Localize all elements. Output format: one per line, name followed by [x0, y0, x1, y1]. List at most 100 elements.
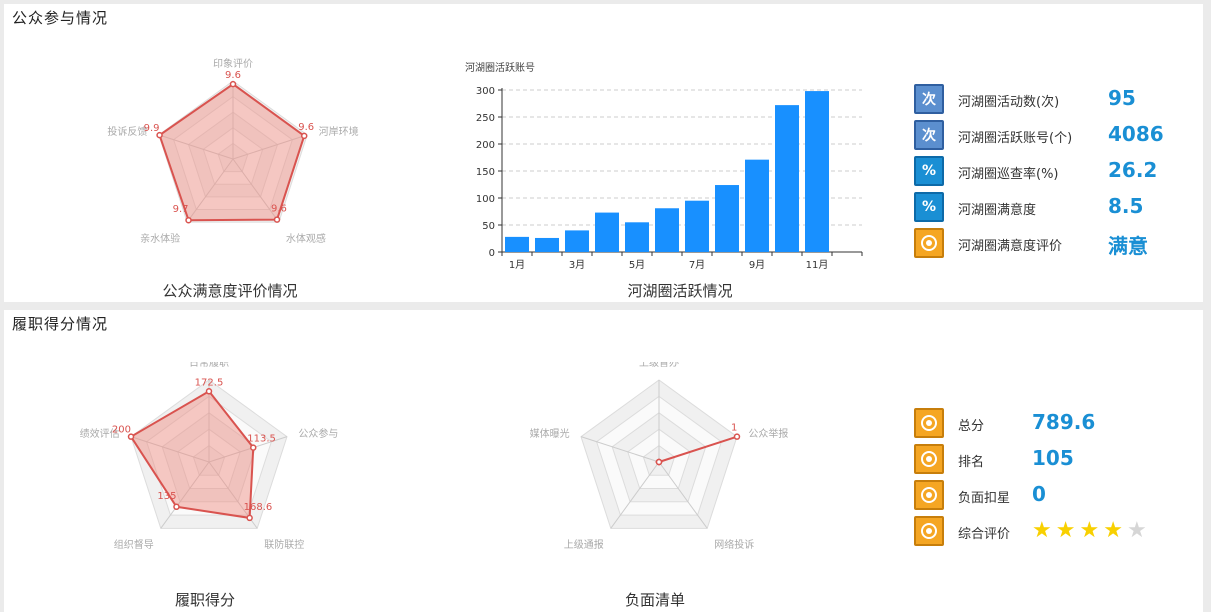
radar-data-point — [205, 388, 213, 395]
public-participation-panel: 公众参与情况 印象评价 河岸环境 水体观感 亲水体验 投诉反馈 9.6 9.6 9.6 9.7 9… — [4, 4, 1203, 302]
radar-indicator-label: 印象评价 — [213, 58, 253, 70]
coin-glyph — [921, 523, 937, 539]
section-title: 公众参与情况 — [12, 9, 109, 27]
radar-data-point — [300, 132, 308, 140]
radar-data-point — [655, 458, 663, 466]
radar-data-point — [246, 514, 253, 522]
radar-value-label: 113.5 — [247, 434, 276, 445]
radar-value-label: 9.7 — [173, 204, 189, 215]
x-tick-label: 3月 — [569, 259, 585, 271]
percent-icon: % — [914, 156, 944, 186]
radar-indicator-label: 网络投诉 — [714, 538, 754, 551]
stat-value: 4086 — [1108, 122, 1164, 146]
star-empty-icon: ★ — [1126, 518, 1147, 543]
count-icon: 次 — [914, 84, 944, 114]
star-filled-icon: ★ — [1055, 518, 1076, 543]
count-icon: 次 — [914, 120, 944, 150]
coin-glyph — [921, 235, 937, 251]
performance-stats: 总分 789.6 排名 105 负面扣星 0 综合评价 ★ ★ ★ ★ ★ — [914, 408, 1194, 558]
stat-row: 排名 105 — [914, 444, 1194, 478]
coin-icon — [914, 516, 944, 546]
x-tick-label: 9月 — [749, 259, 765, 271]
coin-glyph — [921, 487, 937, 503]
radar-value-label: 172.5 — [195, 377, 224, 388]
bar — [535, 237, 559, 252]
radar-data-point — [273, 216, 281, 223]
coin-icon — [914, 228, 944, 258]
radar-indicator-label: 上级通报 — [564, 538, 604, 551]
stat-value: 8.5 — [1108, 194, 1144, 218]
stat-row: % 河湖圈巡查率(%) 26.2 — [914, 156, 1194, 190]
stat-value: 0 — [1032, 482, 1046, 506]
stat-row: 河湖圈满意度评价 满意 — [914, 228, 1194, 262]
satisfaction-chart-caption: 公众满意度评价情况 — [162, 282, 298, 300]
coin-icon — [914, 480, 944, 510]
bar — [565, 230, 589, 252]
radar-data-point — [185, 216, 192, 224]
radar-value-label: 135 — [157, 491, 176, 502]
stat-label: 负面扣星 — [958, 491, 1011, 506]
radar-indicator-label: 公众举报 — [748, 427, 788, 440]
stat-label: 综合评价 — [958, 527, 1011, 542]
percent-icon: % — [914, 192, 944, 222]
negative-list-chart-caption: 负面清单 — [624, 591, 685, 609]
stat-label: 河湖圈满意度评价 — [958, 239, 1063, 254]
performance-radar-chart: 日常履职公众参与联防联控组织督导绩效评估172.5113.5168.613520… — [80, 362, 339, 551]
star-filled-icon: ★ — [1103, 518, 1123, 543]
bar — [715, 185, 739, 252]
stat-label: 河湖圈满意度 — [958, 203, 1037, 218]
radar-data-point — [229, 80, 237, 88]
radar-indicator-label: 投诉反馈 — [107, 125, 147, 138]
participation-stats: 次河湖圈活动数(次) 95 次河湖圈活跃账号(个) 4086% 河湖圈巡查率(%) 26.… — [914, 84, 1194, 269]
radar-data-point — [250, 444, 257, 451]
bar — [775, 105, 799, 252]
activity-bar-chart: 河湖圈活跃账号 0 50 100 150 200 250 300 1月 3月 5月 7月 9月 11月 — [465, 62, 863, 271]
coin-icon — [914, 408, 944, 438]
stat-value: 26.2 — [1108, 158, 1158, 182]
bar — [625, 222, 649, 252]
stat-label: 排名 — [958, 455, 985, 470]
stat-label: 河湖圈活动数(次) — [958, 95, 1060, 110]
activity-chart-caption: 河湖圈活跃情况 — [627, 282, 733, 300]
y-tick-label: 250 — [476, 113, 495, 124]
radar-data-point — [733, 433, 741, 440]
radar-value-label: 1 — [731, 423, 737, 434]
bar — [595, 212, 619, 252]
radar-indicator-label: 组织督导 — [114, 538, 154, 551]
stat-label: 河湖圈巡查率(%) — [958, 167, 1059, 182]
radar-data-point — [173, 503, 180, 511]
stat-value: 满意 — [1108, 234, 1148, 258]
radar-value-label: 9.6 — [225, 70, 241, 81]
radar-indicator-label: 水体观感 — [286, 232, 326, 245]
stat-row: 次河湖圈活动数(次) 95 — [914, 84, 1194, 118]
y-tick-label: 0 — [489, 248, 495, 259]
star-filled-icon: ★ — [1032, 518, 1052, 543]
coin-glyph — [921, 415, 937, 431]
radar-value-label: 200 — [112, 425, 131, 436]
radar-indicator-label: 公众参与 — [298, 427, 338, 440]
star-rating: ★ ★ ★ ★ ★ — [1032, 520, 1147, 542]
radar-value-label: 9.6 — [271, 204, 287, 215]
bar — [685, 200, 709, 252]
radar-indicator-label: 联防联控 — [264, 538, 304, 551]
radar-value-label: 168.6 — [244, 502, 273, 513]
radar-indicator-label: 上级督办 — [639, 362, 679, 369]
radar-data-area — [158, 82, 306, 222]
y-tick-label: 150 — [476, 167, 495, 178]
y-tick-label: 100 — [476, 194, 495, 205]
stat-label: 总分 — [958, 419, 985, 434]
radar-indicator-label: 河岸环境 — [319, 125, 359, 138]
x-tick-label: 1月 — [509, 259, 525, 271]
y-tick-label: 300 — [476, 86, 495, 97]
stat-row: 综合评价 ★ ★ ★ ★ ★ — [914, 516, 1194, 550]
stat-label: 河湖圈活跃账号(个) — [958, 131, 1073, 146]
stat-row: 负面扣星 0 — [914, 480, 1194, 514]
radar-indicator-label: 媒体曝光 — [530, 427, 570, 440]
coin-icon — [914, 444, 944, 474]
bar — [805, 91, 829, 252]
section-title: 履职得分情况 — [12, 315, 109, 333]
stat-row: 总分 789.6 — [914, 408, 1194, 442]
stat-value: 105 — [1032, 446, 1074, 470]
stat-row: 次河湖圈活跃账号(个) 4086 — [914, 120, 1194, 154]
x-tick-label: 5月 — [629, 259, 645, 271]
